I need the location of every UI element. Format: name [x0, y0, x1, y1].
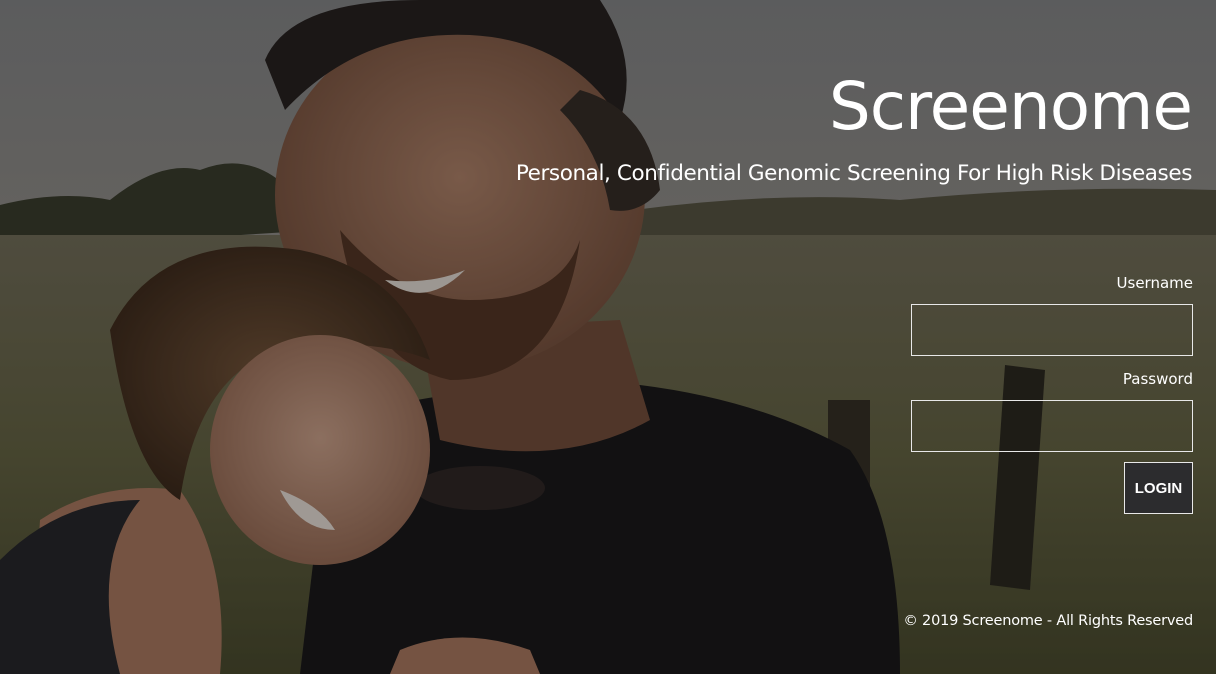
footer-copyright: © 2019 Screenome - All Rights Reserved — [903, 613, 1193, 629]
login-form: Username Password LOGIN — [911, 272, 1193, 514]
login-button[interactable]: LOGIN — [1124, 462, 1193, 514]
brand-title: Screenome — [828, 68, 1193, 145]
password-input[interactable] — [911, 400, 1193, 452]
brand-tagline: Personal, Confidential Genomic Screening… — [515, 161, 1193, 186]
login-button-row: LOGIN — [911, 462, 1193, 514]
username-input[interactable] — [911, 304, 1193, 356]
login-page: Screenome Personal, Confidential Genomic… — [0, 0, 1216, 674]
password-label: Password — [1122, 370, 1193, 388]
username-label: Username — [1116, 274, 1193, 292]
